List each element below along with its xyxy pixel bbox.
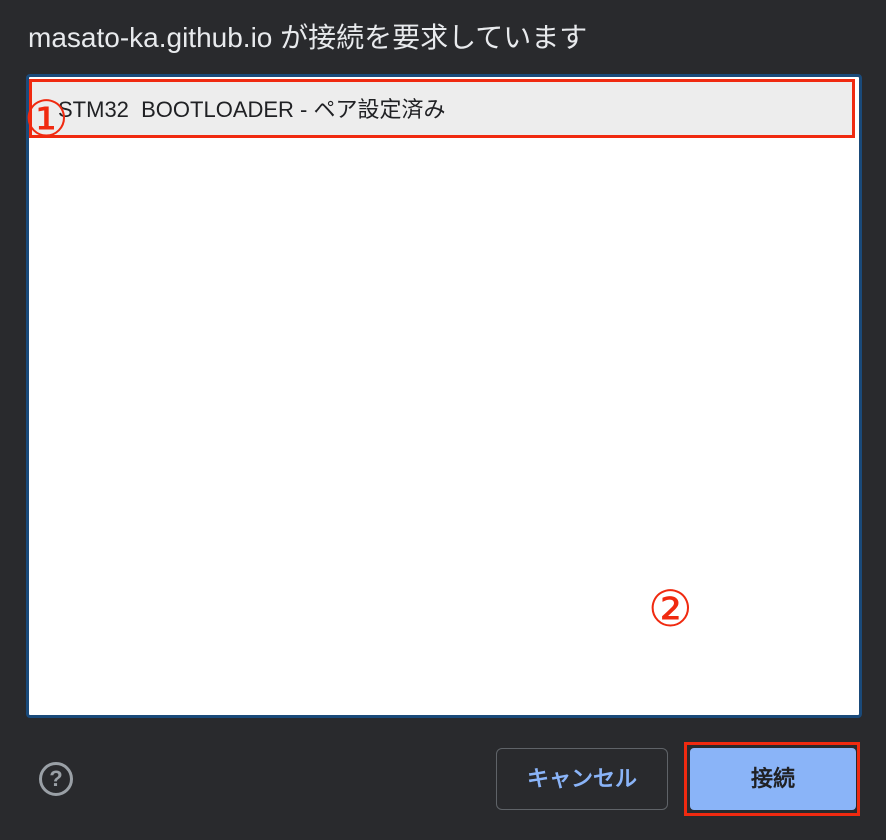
help-icon[interactable]: ? xyxy=(39,762,73,796)
device-list-item[interactable]: STM32 BOOTLOADER - ペア設定済み xyxy=(29,79,855,138)
connect-button[interactable]: 接続 xyxy=(690,748,856,810)
annotation-marker-1: ① xyxy=(24,90,69,148)
cancel-button[interactable]: キャンセル xyxy=(496,748,668,810)
bluetooth-serial-chooser-dialog: masato-ka.github.io が接続を要求しています STM32 BO… xyxy=(0,0,886,840)
dialog-title: masato-ka.github.io が接続を要求しています xyxy=(28,22,588,53)
device-list[interactable]: STM32 BOOTLOADER - ペア設定済み xyxy=(26,74,862,718)
annotation-marker-2: ② xyxy=(648,580,693,638)
device-label: STM32 BOOTLOADER - ペア設定済み xyxy=(58,97,446,122)
